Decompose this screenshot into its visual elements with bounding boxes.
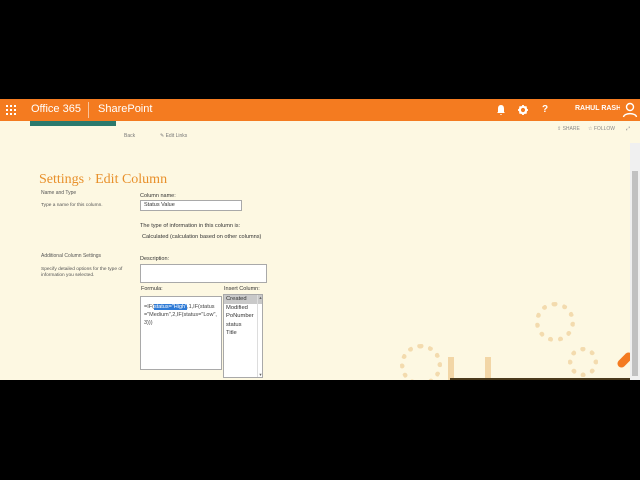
background-decoration: [450, 378, 630, 380]
name-type-description: Type a name for this column.: [41, 203, 103, 208]
insert-column-label: Insert Column:: [224, 286, 260, 292]
breadcrumb-separator: ›: [88, 173, 92, 183]
follow-label: FOLLOW: [593, 126, 615, 132]
scroll-down-arrow-icon[interactable]: ▼: [258, 372, 263, 377]
page-title: Settings › Edit Column: [39, 172, 167, 188]
column-name-input[interactable]: Status Value: [140, 200, 242, 211]
background-decoration: [448, 357, 454, 380]
type-info-value: Calculated (calculation based on other c…: [142, 234, 262, 240]
formula-text-before: =IF(: [144, 304, 154, 310]
user-name[interactable]: RAHUL RASHU: [575, 105, 626, 112]
gear-icon[interactable]: [515, 102, 531, 118]
name-type-heading: Name and Type: [41, 190, 77, 196]
help-icon[interactable]: ?: [537, 102, 553, 118]
additional-settings-heading: Additional Column Settings: [41, 253, 102, 259]
formula-selected-text: status="High": [153, 304, 188, 310]
scroll-up-arrow-icon[interactable]: ▲: [258, 295, 263, 300]
description-label: Description:: [140, 256, 170, 262]
focus-content-icon[interactable]: ⤢: [626, 126, 630, 132]
breadcrumb-current: Edit Column: [95, 172, 168, 187]
breadcrumb-settings[interactable]: Settings: [39, 172, 84, 187]
suitebar-divider: [88, 102, 89, 118]
bell-icon[interactable]: [493, 102, 509, 118]
type-info-text: The type of information in this column i…: [140, 223, 241, 229]
formula-textarea[interactable]: =IF(status="High",1,IF(status="Medium",2…: [140, 296, 222, 370]
formula-label: Formula:: [141, 286, 163, 292]
additional-settings-description: Specify detailed options for the type of…: [41, 267, 123, 278]
background-decoration: [485, 357, 491, 380]
column-name-label: Column name:: [140, 193, 176, 199]
person-icon[interactable]: [620, 100, 640, 120]
sharepoint-app-link[interactable]: SharePoint: [98, 103, 152, 115]
listbox-scrollbar[interactable]: ▲ ▼: [257, 295, 262, 377]
sharepoint-window: Office 365 SharePoint ? RAHUL RASHU Back…: [0, 99, 640, 380]
background-gear-decoration: [535, 302, 575, 342]
share-button[interactable]: ⇪ SHARE: [557, 126, 580, 132]
edit-links-label: Edit Links: [165, 133, 188, 139]
nav-back-link[interactable]: Back: [124, 133, 135, 139]
page-scrollbar-thumb[interactable]: [632, 171, 638, 376]
office365-brand[interactable]: Office 365: [31, 103, 81, 115]
office-suite-bar: Office 365 SharePoint ? RAHUL RASHU: [0, 99, 640, 121]
insert-column-listbox[interactable]: Created Modified PoNumber status Title ▲…: [223, 294, 263, 378]
background-gear-decoration: [400, 344, 442, 380]
background-gear-decoration: [568, 347, 598, 377]
waffle-icon[interactable]: [6, 105, 16, 115]
edit-links-link[interactable]: ✎ Edit Links: [160, 133, 187, 139]
site-logo[interactable]: [30, 121, 116, 126]
share-label: SHARE: [562, 126, 580, 132]
description-textarea[interactable]: [140, 264, 267, 283]
follow-button[interactable]: ☆ FOLLOW: [588, 126, 615, 132]
